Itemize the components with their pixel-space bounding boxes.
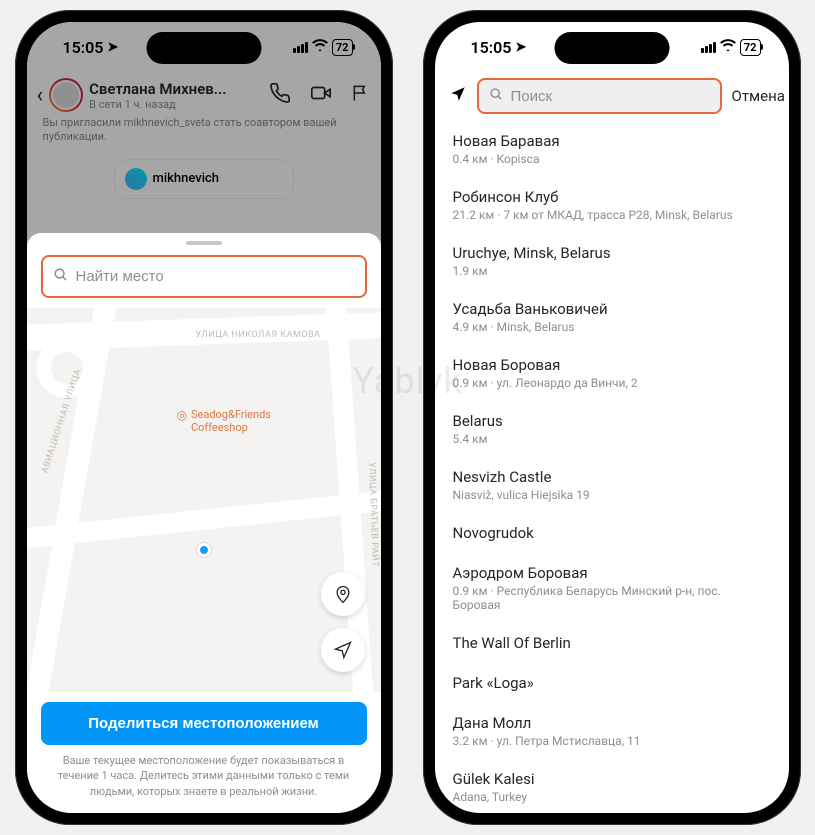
location-title: Park «Loga» (453, 674, 771, 692)
location-item[interactable]: Дана Молл 3.2 км · ул. Петра Мстиславца, … (435, 704, 789, 760)
location-item[interactable]: Gülek Kalesi Adana, Turkey (435, 760, 789, 805)
location-title: Nesvizh Castle (453, 468, 771, 486)
phone-left: 15:05 ➤ 72 ‹ Светлана Михнев... В сети 1… (15, 10, 393, 825)
cellular-icon (293, 42, 308, 53)
screen-right: 15:05 ➤ 72 Отмена Новая Б (435, 22, 789, 813)
cellular-icon (701, 42, 716, 53)
location-subtitle: 5.4 км (453, 432, 771, 446)
location-item[interactable]: Новая Боровая 0.9 км · ул. Леонардо да Ви… (435, 346, 789, 402)
search-icon (489, 87, 503, 105)
map-view[interactable]: УЛИЦА НИКОЛАЯ КАМОВА АВИАЦИОННАЯ УЛИЦА У… (27, 308, 381, 692)
screen-left: 15:05 ➤ 72 ‹ Светлана Михнев... В сети 1… (27, 22, 381, 813)
sheet-grabber[interactable] (186, 241, 222, 245)
battery-icon: 72 (332, 39, 353, 56)
location-item[interactable]: Uruchye, Minsk, Belarus 1.9 км (435, 234, 789, 290)
location-subtitle: 4.9 км · Minsk, Belarus (453, 320, 771, 334)
search-icon (53, 267, 68, 286)
user-location-dot (197, 543, 211, 557)
disclaimer-text: Ваше текущее местоположение будет показы… (27, 753, 381, 813)
location-subtitle: 0.9 км · ул. Леонардо да Винчи, 2 (453, 376, 771, 390)
status-right: 72 (701, 39, 761, 56)
location-title: Belarus (453, 412, 771, 430)
street-label: УЛИЦА НИКОЛАЯ КАМОВА (196, 330, 321, 340)
location-item[interactable]: Новая Баравая 0.4 км · Kopisca (435, 122, 789, 178)
search-input[interactable] (76, 268, 355, 285)
street-label: УЛИЦА БРАТЬЕВ РАЙТ (366, 462, 380, 567)
location-sheet: УЛИЦА НИКОЛАЯ КАМОВА АВИАЦИОННАЯ УЛИЦА У… (27, 233, 381, 813)
location-item[interactable]: Park «Loga» (435, 664, 789, 704)
navigate-button[interactable] (321, 628, 365, 672)
location-item[interactable]: Novogrudok (435, 514, 789, 554)
location-title: Uruchye, Minsk, Belarus (453, 244, 771, 262)
location-item[interactable]: Аэродром Боровая 0.9 км · Республика Бела… (435, 554, 789, 624)
search-field-wrap[interactable] (477, 78, 722, 114)
location-item[interactable]: Nesvizh Castle Niasviž, vulica Hiejsika 1… (435, 458, 789, 514)
location-subtitle: 1.9 км (453, 264, 771, 278)
wifi-icon (720, 39, 736, 55)
location-title: Аэродром Боровая (453, 564, 771, 582)
notch (146, 32, 261, 64)
map-buttons (321, 572, 365, 672)
location-title: Усадьба Ваньковичей (453, 300, 771, 318)
share-location-button[interactable]: Поделиться местоположением (41, 702, 367, 745)
location-item[interactable]: Робинсон Клуб 21.2 км · 7 км от МКАД, тра… (435, 178, 789, 234)
location-item[interactable]: Усадьба Ваньковичей 4.9 км · Minsk, Belar… (435, 290, 789, 346)
search-field-wrap[interactable] (41, 255, 367, 298)
location-subtitle: 0.4 км · Kopisca (453, 152, 771, 166)
location-title: The Wall Of Berlin (453, 634, 771, 652)
wifi-icon (312, 39, 328, 55)
location-services-icon: ➤ (107, 40, 118, 55)
location-item[interactable]: Belarus 5.4 км (435, 402, 789, 458)
location-subtitle: 21.2 км · 7 км от МКАД, трасса P28, Mins… (453, 208, 771, 222)
search-input[interactable] (511, 88, 710, 105)
status-left: 15:05 ➤ (471, 38, 527, 57)
phone-right: 15:05 ➤ 72 Отмена Новая Б (423, 10, 801, 825)
battery-icon: 72 (740, 39, 761, 56)
location-services-icon: ➤ (515, 40, 526, 55)
location-subtitle: 3.2 км · ул. Петра Мстиславца, 11 (453, 734, 771, 748)
location-subtitle: Adana, Turkey (453, 790, 771, 804)
location-title: Новая Баравая (453, 132, 771, 150)
cancel-button[interactable]: Отмена (732, 87, 785, 105)
status-time: 15:05 (63, 38, 104, 57)
location-title: Дана Молл (453, 714, 771, 732)
status-left: 15:05 ➤ (63, 38, 119, 57)
location-subtitle: Niasviž, vulica Hiejsika 19 (453, 488, 771, 502)
navigate-icon[interactable] (449, 85, 467, 108)
location-item[interactable]: The Wall Of Berlin (435, 624, 789, 664)
location-title: Novogrudok (453, 524, 771, 542)
location-title: Робинсон Клуб (453, 188, 771, 206)
status-time: 15:05 (471, 38, 512, 57)
location-subtitle: 0.9 км · Республика Беларусь Минский р-н… (453, 584, 771, 612)
pin-button[interactable] (321, 572, 365, 616)
location-list[interactable]: Новая Баравая 0.4 км · Kopisca Робинсон Кл… (435, 122, 789, 805)
map-poi[interactable]: Seadog&Friends Coffeeshop (177, 408, 271, 434)
notch (554, 32, 669, 64)
location-title: Новая Боровая (453, 356, 771, 374)
location-title: Gülek Kalesi (453, 770, 771, 788)
search-row: Отмена (435, 72, 789, 122)
status-right: 72 (293, 39, 353, 56)
